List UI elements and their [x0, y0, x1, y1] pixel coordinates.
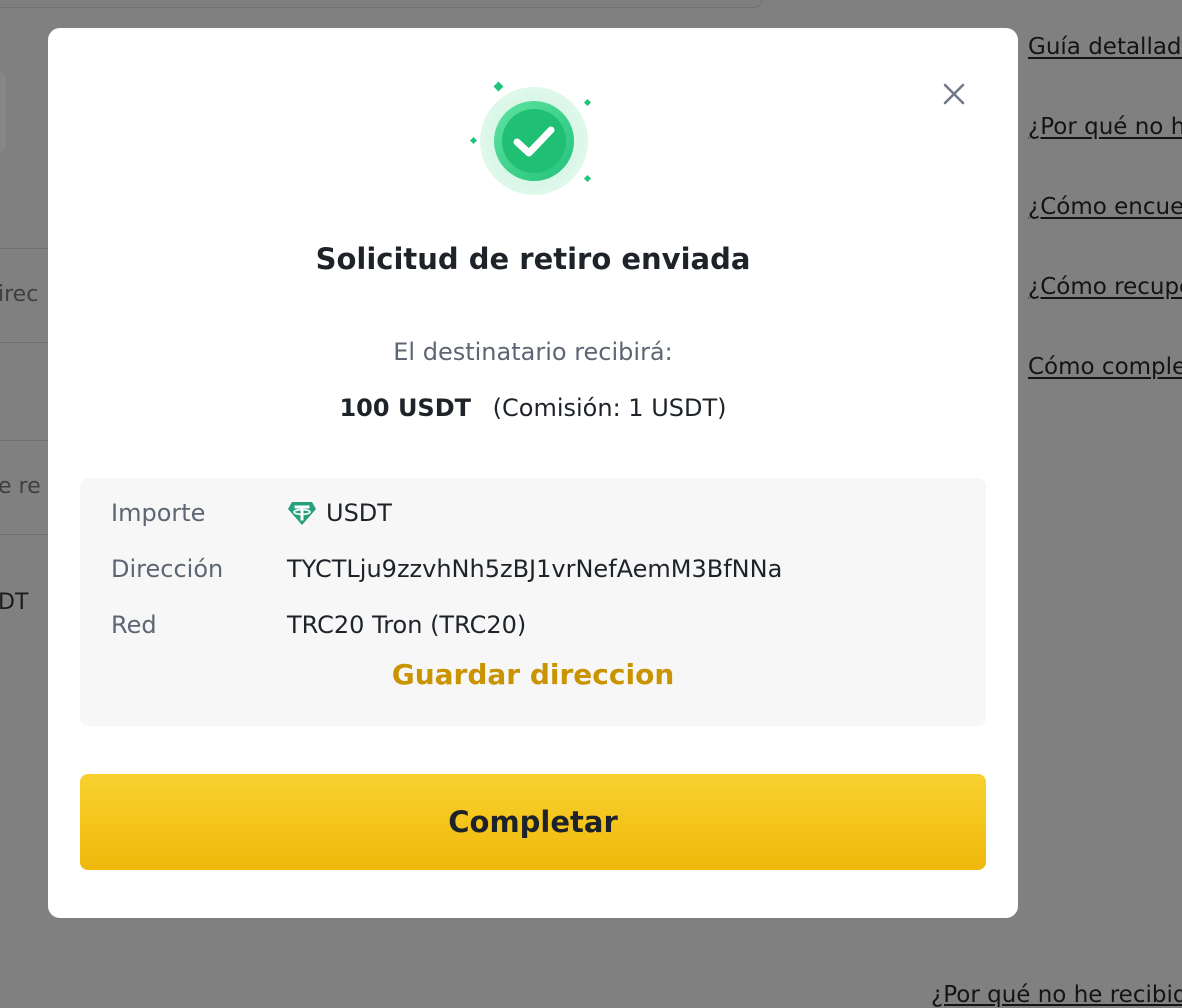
fee-text: (Comisión: 1 USDT) — [492, 394, 727, 422]
help-link-guide[interactable]: Guía detallada — [1028, 34, 1182, 60]
save-address-link[interactable]: Guardar direccion — [80, 658, 986, 691]
background-divider — [0, 248, 48, 249]
tether-icon — [288, 502, 316, 525]
received-amount: 100 USDT — [339, 394, 472, 422]
help-link-how-complete[interactable]: Cómo completar — [1028, 354, 1182, 380]
address-value: TYCTLju9zzvhNh5zBJ1vrNefAemM3BfNNa — [287, 555, 783, 583]
amount-currency: USDT — [326, 499, 392, 527]
check-circle-icon — [469, 81, 592, 195]
complete-button[interactable]: Completar — [80, 774, 986, 870]
background-input — [0, 0, 762, 8]
network-value: TRC20 Tron (TRC20) — [287, 611, 527, 639]
withdrawal-success-dialog: Solicitud de retiro enviada El destinata… — [48, 28, 1018, 918]
detail-row-amount: Importe USDT — [111, 495, 392, 531]
help-link-how-find[interactable]: ¿Cómo encuentro — [1028, 194, 1182, 220]
background-divider — [0, 440, 48, 441]
close-icon — [943, 83, 965, 105]
help-link-how-recover[interactable]: ¿Cómo recupero — [1028, 274, 1182, 300]
background-text-fragment: irec — [0, 282, 39, 307]
background-divider — [0, 342, 48, 343]
withdrawal-details-panel: Importe USDT Dirección TYCTLju9zzvhNh5zB… — [80, 478, 986, 726]
background-divider — [0, 534, 48, 535]
network-label: Red — [111, 611, 157, 639]
dialog-title: Solicitud de retiro enviada — [315, 242, 751, 276]
amount-summary: 100 USDT (Comisión: 1 USDT) — [48, 394, 1018, 422]
detail-row-network: Red TRC20 Tron (TRC20) — [111, 607, 526, 643]
background-tab — [0, 72, 6, 152]
help-link-why-not[interactable]: ¿Por qué no he — [1028, 114, 1182, 140]
amount-label: Importe — [111, 499, 206, 527]
amount-value: USDT — [287, 498, 392, 528]
background-text-fragment: e re — [0, 474, 41, 499]
close-button[interactable] — [934, 74, 974, 114]
help-link-not-received[interactable]: ¿Por qué no he recibido — [931, 982, 1182, 1008]
detail-row-address: Dirección TYCTLju9zzvhNh5zBJ1vrNefAemM3B… — [111, 551, 782, 587]
address-label: Dirección — [111, 555, 224, 583]
background-text-fragment: DT — [0, 590, 29, 615]
recipient-receives-label: El destinatario recibirá: — [393, 338, 673, 366]
